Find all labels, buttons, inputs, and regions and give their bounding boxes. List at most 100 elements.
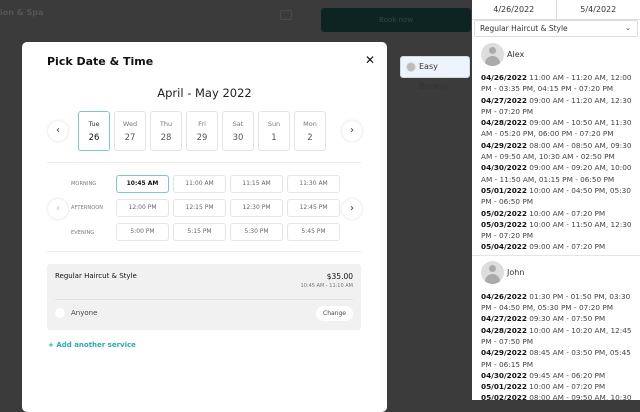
day-picker: Tue26 Wed 27 Thu28 Fri 29 Sat 30 Sun 1 Mon 2 <box>78 111 326 151</box>
availability-date: 05/03/2022 <box>481 220 527 229</box>
pick-date-time-modal: Pick Date & Time ✕ April - May 2022 ‹ Tu… <box>22 42 387 412</box>
day-number: 27 <box>115 133 145 143</box>
day-of-week: Fri <box>187 120 217 128</box>
day-number: 2 <box>295 133 325 143</box>
time-slot[interactable]: 12:45 PM <box>287 199 340 217</box>
add-service-label: Add another service <box>56 341 136 349</box>
period-label-evening: EVENING <box>71 230 94 236</box>
day-of-week: Thu <box>151 120 181 128</box>
day-number: 29 <box>187 133 217 143</box>
availability-date: 04/30/2022 <box>481 371 527 380</box>
time-slot[interactable]: 12:00 PM <box>116 199 169 217</box>
chevron-down-icon: ⌄ <box>625 21 631 36</box>
easy-booksy-logo-icon <box>406 62 416 72</box>
prev-days-button[interactable]: ‹ <box>48 121 68 141</box>
background-book-button: Book now <box>321 8 471 32</box>
day-of-week: Sun <box>259 120 289 128</box>
change-staff-button[interactable]: Change <box>316 306 353 321</box>
next-slots-button[interactable]: › <box>342 199 362 219</box>
availability-times: 10:00 AM - 07:20 PM <box>529 382 605 391</box>
time-slot[interactable]: 11:15 AM <box>230 175 283 193</box>
end-date-input[interactable]: 5/4/2022 <box>556 0 640 19</box>
availability-date: 04/27/2022 <box>481 96 527 105</box>
staff-header: Alex <box>481 41 632 67</box>
availability-date: 05/02/2022 <box>481 209 527 218</box>
availability-date: 05/01/2022 <box>481 382 527 391</box>
availability-date: 04/26/2022 <box>481 73 527 82</box>
availability-row: 04/30/2022 09:00 AM - 09:20 AM, 10:00 AM… <box>481 162 632 185</box>
availability-row: 04/28/2022 09:00 AM - 10:50 AM, 11:30 AM… <box>481 117 632 140</box>
availability-date: 05/02/2022 <box>481 393 527 400</box>
easy-booksy-button[interactable]: Easy Booksy <box>400 56 470 78</box>
availability-row: 04/30/2022 09:45 AM - 06:20 PM <box>481 370 632 381</box>
day-of-week: Wed <box>115 120 145 128</box>
availability-date: 05/01/2022 <box>481 186 527 195</box>
time-slot[interactable]: 5:00 PM <box>116 223 169 241</box>
staff-section: John04/26/2022 01:30 PM - 01:50 PM, 03:3… <box>472 255 640 400</box>
staff-header: John <box>481 260 632 286</box>
availability-row: 04/29/2022 08:45 AM - 03:50 PM, 05:45 PM… <box>481 347 632 370</box>
day-number: 30 <box>223 133 253 143</box>
availability-times: 09:30 AM - 07:50 PM <box>529 314 605 323</box>
time-slot[interactable]: 12:15 PM <box>173 199 226 217</box>
service-select[interactable]: Regular Haircut & Style ⌄ <box>474 20 638 37</box>
time-slot[interactable]: 10:45 AM <box>116 175 169 193</box>
availability-row: 05/01/2022 10:00 AM - 04:50 PM, 05:30 PM… <box>481 185 632 208</box>
time-slot[interactable]: 12:30 PM <box>230 199 283 217</box>
availability-panel: 4/26/2022 5/4/2022 Regular Haircut & Sty… <box>472 0 640 400</box>
start-date-input[interactable]: 4/26/2022 <box>472 0 556 19</box>
service-name: Regular Haircut & Style <box>55 272 137 280</box>
staff-name: Anyone <box>71 309 97 317</box>
time-slot[interactable]: 11:00 AM <box>173 175 226 193</box>
day-number: 26 <box>79 133 109 143</box>
prev-slots-button[interactable]: ‹ <box>48 199 68 219</box>
staff-avatar-icon <box>55 308 65 318</box>
day-thu[interactable]: Thu28 <box>150 111 182 151</box>
time-slot[interactable]: 5:45 PM <box>287 223 340 241</box>
next-days-button[interactable]: › <box>342 121 362 141</box>
availability-times: 10:00 AM - 07:20 PM <box>529 209 605 218</box>
day-mon[interactable]: Mon 2 <box>294 111 326 151</box>
availability-row: 05/02/2022 10:00 AM - 07:20 PM <box>481 208 632 219</box>
availability-date: 04/29/2022 <box>481 141 527 150</box>
availability-row: 05/01/2022 10:00 AM - 07:20 PM <box>481 381 632 392</box>
availability-times: 09:00 AM - 07:20 PM <box>529 242 605 251</box>
time-slot[interactable]: 11:30 AM <box>287 175 340 193</box>
availability-row: 05/03/2022 10:00 AM - 11:50 AM, 12:30 PM… <box>481 219 632 242</box>
availability-date: 04/30/2022 <box>481 163 527 172</box>
day-sun[interactable]: Sun 1 <box>258 111 290 151</box>
availability-date: 04/28/2022 <box>481 118 527 127</box>
staff-section: Alex 04/26/2022 11:00 AM - 11:20 AM, 12:0… <box>472 37 640 255</box>
availability-date: 04/27/2022 <box>481 314 527 323</box>
day-fri[interactable]: Fri 29 <box>186 111 218 151</box>
availability-row: 04/26/2022 11:00 AM - 11:20 AM, 12:00 PM… <box>481 72 632 95</box>
month-label: April - May 2022 <box>22 86 387 100</box>
day-wed[interactable]: Wed 27 <box>114 111 146 151</box>
staff-availability-list: Alex 04/26/2022 11:00 AM - 11:20 AM, 12:0… <box>472 37 640 400</box>
easy-booksy-label: Easy Booksy <box>419 62 448 91</box>
divider <box>55 299 353 300</box>
availability-row: 04/27/2022 09:30 AM - 07:50 PM <box>481 313 632 324</box>
divider <box>47 162 361 163</box>
time-slot-grid: 10:45 AM11:00 AM11:15 AM11:30 AM 12:00 PM… <box>116 175 340 241</box>
day-number: 1 <box>259 133 289 143</box>
availability-row: 05/02/2022 08:00 AM - 09:50 AM, 10:30 AM <box>481 392 632 400</box>
modal-title: Pick Date & Time <box>47 55 153 68</box>
availability-row: 04/29/2022 08:00 AM - 08:50 AM, 09:30 AM… <box>481 140 632 163</box>
close-icon[interactable]: ✕ <box>365 53 375 67</box>
service-select-value: Regular Haircut & Style <box>480 24 568 33</box>
add-another-service-link[interactable]: + Add another service <box>48 341 136 349</box>
availability-row: 04/28/2022 10:00 AM - 10:20 AM, 12:45 PM… <box>481 325 632 348</box>
day-tue[interactable]: Tue26 <box>78 111 110 151</box>
time-slot[interactable]: 5:30 PM <box>230 223 283 241</box>
day-of-week: Sat <box>223 120 253 128</box>
background-salon-title: ion & Spa <box>0 8 43 17</box>
day-sat[interactable]: Sat 30 <box>222 111 254 151</box>
day-of-week: Mon <box>295 120 325 128</box>
availability-times: 09:45 AM - 06:20 PM <box>529 371 605 380</box>
divider <box>47 251 361 252</box>
time-slot[interactable]: 5:15 PM <box>173 223 226 241</box>
availability-row: 04/27/2022 09:00 AM - 11:20 AM, 12:30 PM… <box>481 95 632 118</box>
service-time: 10:45 AM - 11:10 AM <box>301 283 353 289</box>
selected-service-card: Regular Haircut & Style $35.00 10:45 AM … <box>47 264 361 330</box>
